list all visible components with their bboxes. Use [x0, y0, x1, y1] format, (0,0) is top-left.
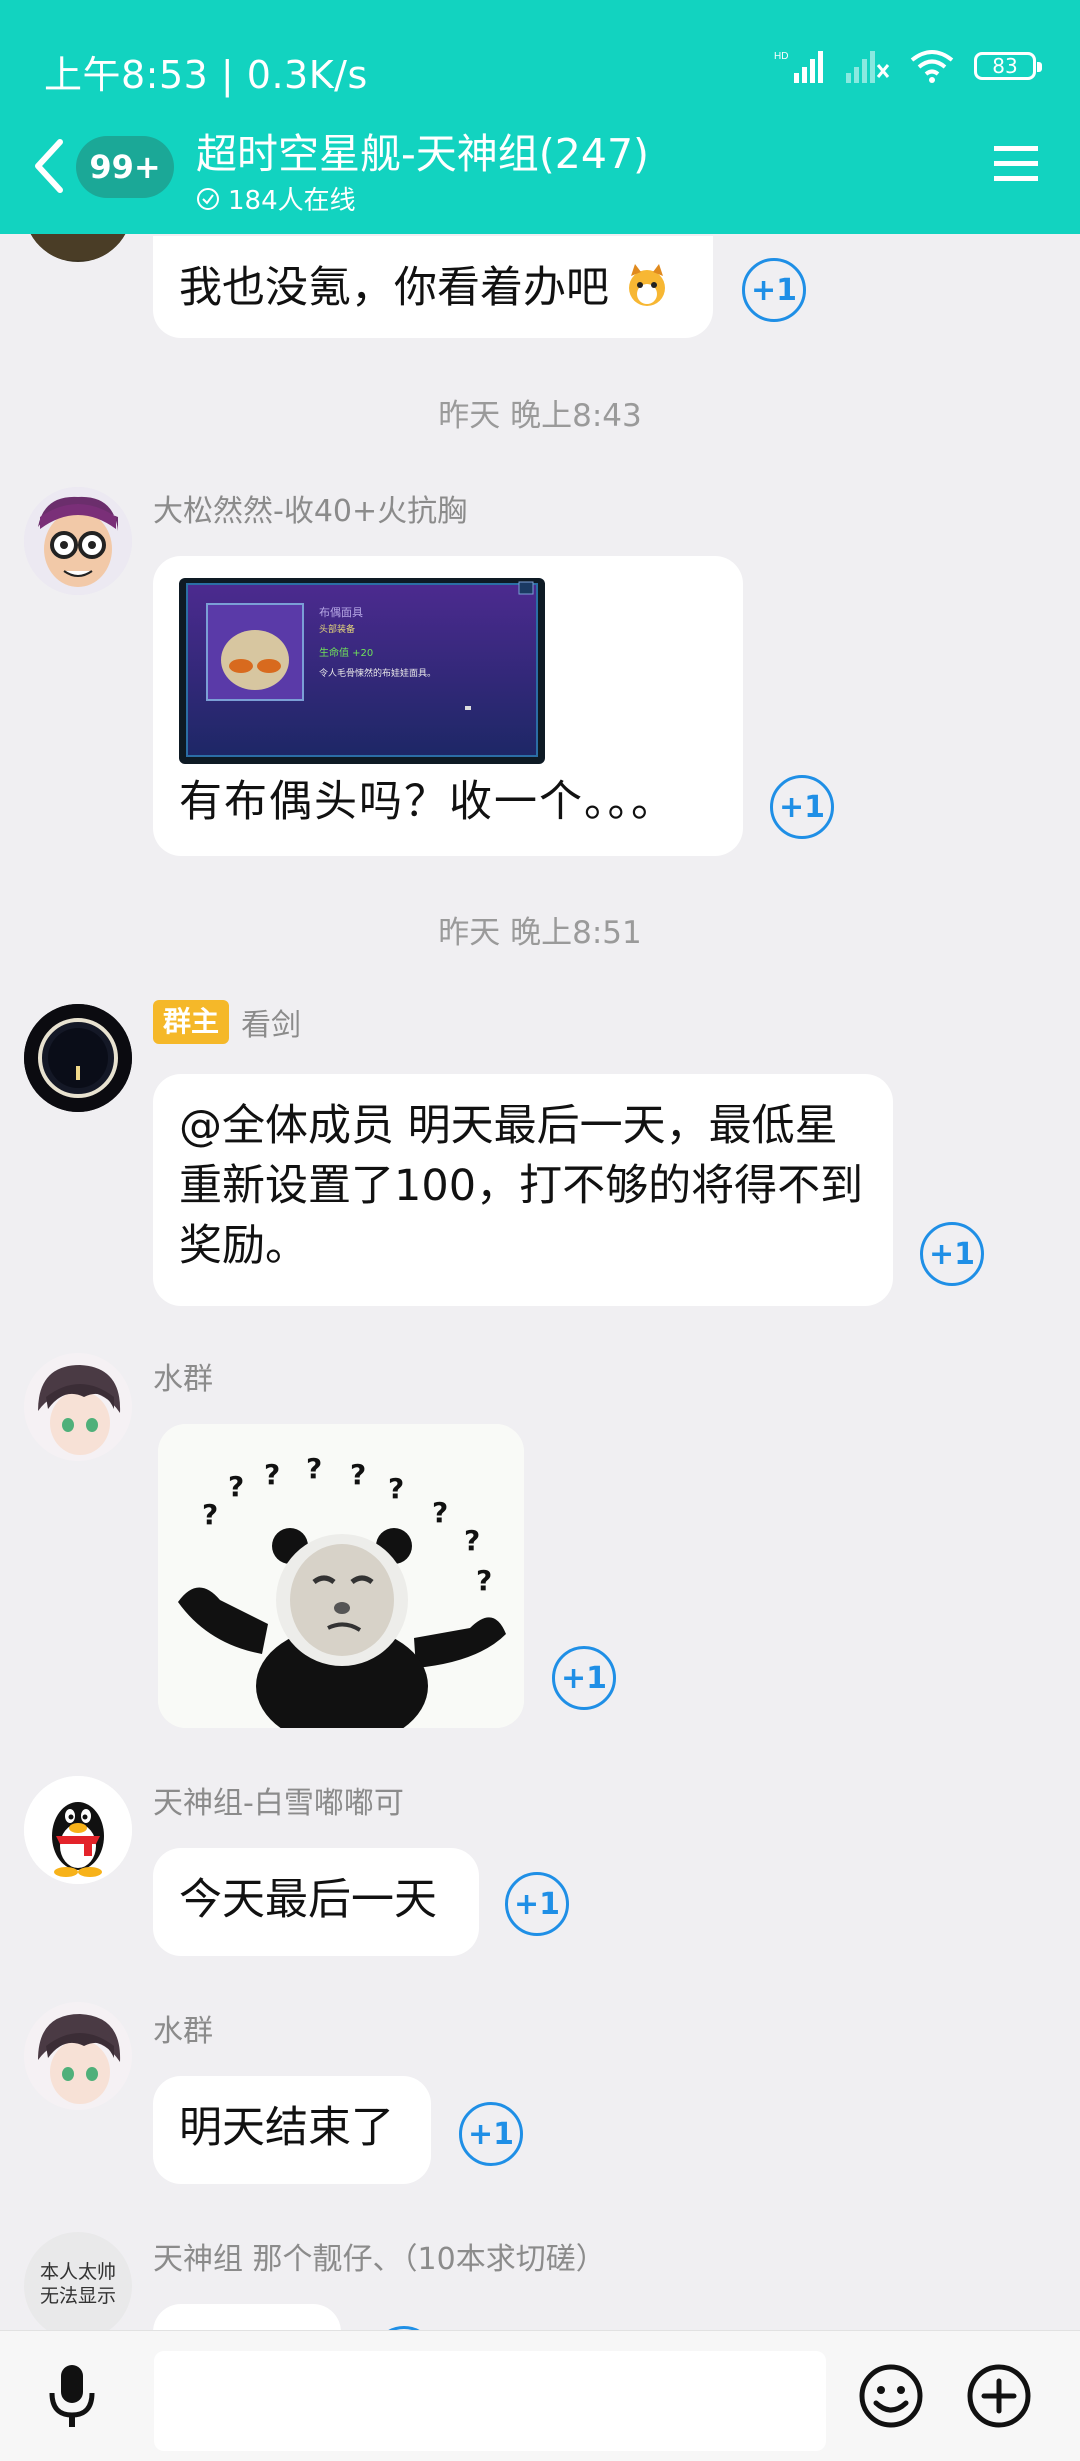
svg-text:?: ?: [228, 1470, 244, 1503]
svg-text:HD: HD: [774, 51, 788, 62]
online-text: 184人在线: [228, 186, 356, 216]
timestamp: 昨天 晚上8:43: [438, 398, 642, 434]
plus-circle-icon[interactable]: [966, 2363, 1032, 2429]
plus-one-button[interactable]: +1: [459, 2102, 523, 2166]
signal-off-icon: [846, 51, 890, 83]
message-text: 有布偶头吗？收一个。。。: [179, 777, 676, 827]
status-time: 上午8:53 | 0.3K/s: [44, 53, 368, 97]
item-stat: 生命值 +20: [319, 646, 373, 659]
avatar-text-line: 本人太帅: [39, 2261, 116, 2283]
svg-text:?: ?: [388, 1472, 404, 1505]
plus-one-button[interactable]: +1: [770, 775, 834, 839]
svg-text:?: ?: [476, 1564, 492, 1597]
shiba-emoji-icon: [628, 264, 665, 306]
sender-name: 天神组 那个靓仔、（10本求切磋）: [153, 2242, 606, 2277]
owner-badge: 群主: [153, 1000, 230, 1044]
avatar-image: [24, 487, 132, 595]
avatar-text: 本人太帅 无法显示: [28, 2260, 128, 2308]
plus-one-button[interactable]: +1: [552, 1646, 616, 1710]
avatar-image: [24, 2002, 132, 2110]
sender-name: 水群: [153, 1362, 213, 1397]
avatar[interactable]: [24, 487, 132, 595]
message-text: 我也没氪，你看着办吧: [179, 263, 609, 313]
qq-penguin-avatar: [24, 1776, 132, 1884]
svg-text:?: ?: [432, 1496, 448, 1529]
battery-icon: 83: [974, 52, 1042, 80]
avatar[interactable]: 本人太帅 无法显示: [24, 2232, 132, 2330]
input-bar: [0, 2330, 1080, 2461]
sender-name: 大松然然-收40+火抗胸: [153, 494, 468, 529]
panda-question-sticker[interactable]: ??? ??? ???: [158, 1424, 524, 1728]
message-input[interactable]: [154, 2351, 826, 2451]
timestamp: 昨天 晚上8:51: [438, 915, 642, 951]
svg-text:?: ?: [202, 1498, 218, 1531]
chat-header: 上午8:53 | 0.3K/s HD 83 99+ 超时空星舰-天神组(247)…: [0, 0, 1080, 234]
sender-name: 看剑: [241, 1008, 302, 1043]
svg-text:?: ?: [350, 1458, 366, 1491]
group-title: 超时空星舰-天神组(247): [196, 130, 650, 178]
message-text: 明天结束了: [179, 2103, 394, 2153]
back-chevron-icon[interactable]: [30, 136, 70, 196]
unread-badge[interactable]: 99+: [76, 136, 174, 198]
message-bubble[interactable]: 布偶面具 头部装备 生命值 +20 令人毛骨悚然的布娃娃面具。 有布偶头吗？收一…: [153, 556, 743, 856]
item-subtitle: 头部装备: [319, 623, 355, 635]
svg-text:?: ?: [306, 1452, 322, 1485]
game-item-screenshot[interactable]: 布偶面具 头部装备 生命值 +20 令人毛骨悚然的布娃娃面具。: [179, 578, 545, 764]
message-text: 今天最后一天: [179, 1875, 437, 1925]
plus-one-button[interactable]: +1: [505, 1872, 569, 1936]
sticker-bubble[interactable]: ??? ??? ???: [158, 1424, 524, 1728]
message-bubble[interactable]: [153, 2304, 341, 2330]
microphone-icon[interactable]: [46, 2361, 98, 2431]
avatar[interactable]: [24, 2002, 132, 2110]
sender-name: 天神组-白雪嘟嘟可: [153, 1786, 404, 1821]
avatar-text-line: 无法显示: [39, 2285, 116, 2307]
online-check-icon: [197, 187, 219, 210]
wifi-icon: [910, 50, 954, 83]
plus-one-button[interactable]: +1: [920, 1222, 984, 1286]
svg-text:?: ?: [264, 1458, 280, 1491]
signal-icon: HD: [774, 51, 823, 83]
message-bubble[interactable]: 今天最后一天: [153, 1848, 479, 1956]
emoji-icon[interactable]: [858, 2363, 924, 2429]
item-title: 布偶面具: [319, 606, 363, 619]
menu-icon[interactable]: [992, 144, 1040, 184]
sender-row: 群主 看剑: [153, 1000, 301, 1044]
avatar[interactable]: [24, 1004, 132, 1112]
message-bubble[interactable]: @全体成员 明天最后一天，最低星重新设置了100，打不够的将得不到奖励。: [153, 1074, 893, 1306]
avatar[interactable]: [24, 1776, 132, 1884]
item-desc: 令人毛骨悚然的布娃娃面具。: [319, 667, 436, 679]
message-bubble[interactable]: 我也没氪，你看着办吧: [153, 236, 713, 338]
sender-name: 水群: [153, 2014, 213, 2049]
online-count: 184人在线: [196, 180, 356, 217]
avatar-image: [24, 1004, 132, 1112]
message-text: @全体成员 明天最后一天，最低星重新设置了100，打不够的将得不到奖励。: [179, 1101, 864, 1271]
chat-list[interactable]: 我也没氪，你看着办吧 +1 昨天 晚上8:43 大松然然-收40+火抗胸 布偶面…: [0, 0, 1080, 2330]
message-bubble[interactable]: 明天结束了: [153, 2076, 431, 2184]
svg-text:?: ?: [464, 1524, 480, 1557]
avatar-image: [24, 1353, 132, 1461]
plus-one-button[interactable]: +1: [742, 258, 806, 322]
status-icons: HD 83: [774, 44, 1042, 88]
avatar[interactable]: [24, 1353, 132, 1461]
